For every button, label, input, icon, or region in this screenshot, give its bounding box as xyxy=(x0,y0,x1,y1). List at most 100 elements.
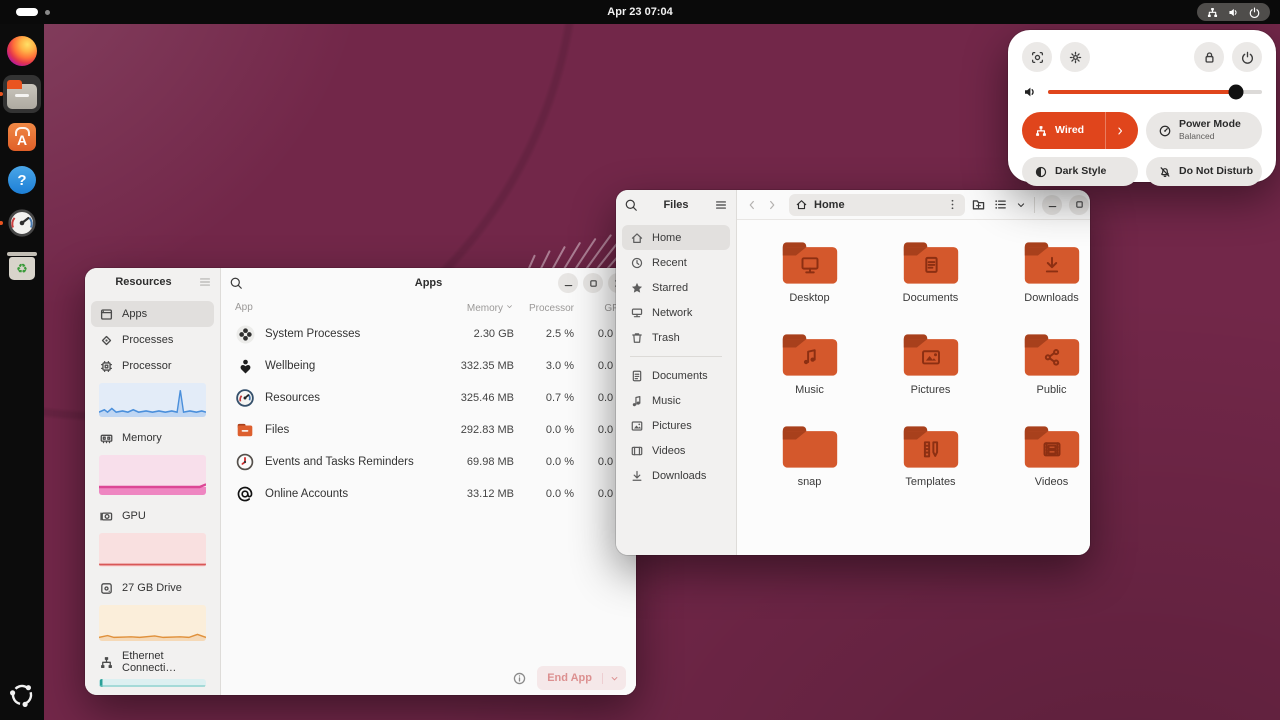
files-sidebar-starred[interactable]: Starred xyxy=(622,275,730,300)
volume-knob[interactable] xyxy=(1229,85,1244,100)
view-list-icon[interactable] xyxy=(993,197,1008,212)
minimize-button[interactable] xyxy=(558,273,578,293)
process-row-resources[interactable]: Resources325.46 MB0.7 %0.0 % xyxy=(221,382,636,414)
process-row-events-and-tasks-reminders[interactable]: Events and Tasks Reminders69.98 MB0.0 %0… xyxy=(221,446,636,478)
process-row-wellbeing[interactable]: Wellbeing332.35 MB3.0 %0.0 % xyxy=(221,350,636,382)
column-processor[interactable]: Processor xyxy=(514,302,574,314)
dock-item-files[interactable] xyxy=(3,75,41,113)
dock-item-firefox[interactable] xyxy=(3,32,41,70)
info-icon[interactable] xyxy=(512,671,527,686)
process-processor: 0.0 % xyxy=(514,456,574,468)
sidebar-item-label: Ethernet Connecti… xyxy=(122,650,206,674)
resources-sidebar-27-gb-drive[interactable]: 27 GB Drive xyxy=(91,575,214,601)
files-sidebar-documents[interactable]: Documents xyxy=(622,363,730,388)
lock-icon xyxy=(1202,50,1217,65)
chevron-right-icon[interactable] xyxy=(1105,112,1134,149)
resources-sidebar-gpu[interactable]: GPU xyxy=(91,503,214,529)
wellbeing-icon xyxy=(235,356,255,376)
kebab-menu-icon xyxy=(946,198,959,211)
folder-music[interactable]: Music xyxy=(749,330,870,422)
resources-sidebar-ethernet-connecti[interactable]: Ethernet Connecti… xyxy=(91,649,214,675)
speaker-icon[interactable] xyxy=(1022,84,1038,100)
back-icon[interactable] xyxy=(745,198,759,212)
tile-dark-style[interactable]: Dark Style xyxy=(1022,157,1138,186)
cpu-usage-chart xyxy=(99,383,206,417)
process-row-online-accounts[interactable]: Online Accounts33.12 MB0.0 %0.0 % xyxy=(221,478,636,510)
folder-label: snap xyxy=(798,476,822,488)
running-indicator xyxy=(0,92,3,96)
maximize-icon xyxy=(587,277,600,290)
sidebar-item-label: 27 GB Drive xyxy=(122,582,182,594)
tile-power-mode[interactable]: Power ModeBalanced xyxy=(1146,112,1262,149)
dock-item-help[interactable]: ? xyxy=(3,161,41,199)
dock-item-trash[interactable]: ♻ xyxy=(3,247,41,285)
sidebar-item-label: Documents xyxy=(652,370,708,382)
resources-sidebar-memory[interactable]: Memory xyxy=(91,425,214,451)
chevron-right-icon xyxy=(1114,125,1126,137)
volume-slider[interactable] xyxy=(1048,90,1262,94)
sidebar-item-label: Trash xyxy=(652,332,680,344)
files-grid: DesktopDocumentsDownloads Music Pictures Pu… xyxy=(737,220,1090,555)
power-icon xyxy=(1248,6,1261,19)
home-icon xyxy=(795,198,808,211)
alarm-clock-icon xyxy=(235,452,255,472)
system-tray[interactable] xyxy=(1197,3,1270,21)
folder-videos[interactable]: Videos xyxy=(991,422,1090,514)
bell-crossed-icon xyxy=(1158,165,1172,179)
location-breadcrumb[interactable]: Home xyxy=(789,194,965,216)
menu-icon[interactable] xyxy=(714,198,728,212)
folder-history-icon[interactable] xyxy=(971,197,986,212)
lock-button[interactable] xyxy=(1194,42,1224,72)
process-row-system-processes[interactable]: System Processes2.30 GB2.5 %0.0 % xyxy=(221,318,636,350)
files-sidebar-downloads[interactable]: Downloads xyxy=(622,463,730,488)
menu-icon[interactable] xyxy=(198,275,212,289)
folder-downloads[interactable]: Downloads xyxy=(991,238,1090,330)
kebab-menu-icon[interactable] xyxy=(946,198,959,211)
folder-desktop[interactable]: Desktop xyxy=(749,238,870,330)
folder-pictures[interactable]: Pictures xyxy=(870,330,991,422)
resources-sidebar-processor[interactable]: Processor xyxy=(91,353,214,379)
column-app[interactable]: App xyxy=(235,302,422,314)
folder-glyph xyxy=(780,330,840,380)
view-options-chevron-icon[interactable] xyxy=(1015,199,1027,211)
process-row-files[interactable]: Files292.83 MB0.0 %0.0 % xyxy=(221,414,636,446)
files-sidebar-videos[interactable]: Videos xyxy=(622,438,730,463)
tile-label: Power Mode xyxy=(1179,118,1241,130)
folder-label: Pictures xyxy=(911,384,951,396)
files-sidebar-recent[interactable]: Recent xyxy=(622,250,730,275)
power-button[interactable] xyxy=(1232,42,1262,72)
show-apps-button[interactable] xyxy=(3,676,41,714)
files-sidebar-network[interactable]: Network xyxy=(622,300,730,325)
column-memory[interactable]: Memory xyxy=(422,302,514,314)
resources-sidebar-processes[interactable]: Processes xyxy=(91,327,214,353)
dock-item-system-monitor[interactable] xyxy=(3,204,41,242)
process-name: Resources xyxy=(265,392,320,404)
process-table-header: App Memory Processor GPU xyxy=(221,298,636,318)
tile-sublabel: Balanced xyxy=(1179,131,1214,141)
maximize-button[interactable] xyxy=(583,273,603,293)
files-sidebar: Files HomeRecentStarredNetworkTrashDocum… xyxy=(616,190,737,555)
screenshot-button[interactable] xyxy=(1022,42,1052,72)
menu-icon xyxy=(714,198,728,212)
tile-do-not-disturb[interactable]: Do Not Disturb xyxy=(1146,157,1262,186)
folder-documents[interactable]: Documents xyxy=(870,238,991,330)
folder-templates[interactable]: Templates xyxy=(870,422,991,514)
files-sidebar-trash[interactable]: Trash xyxy=(622,325,730,350)
dock-item-app-center[interactable]: A xyxy=(3,118,41,156)
clock[interactable]: Apr 23 07:04 xyxy=(0,6,1280,18)
files-sidebar-pictures[interactable]: Pictures xyxy=(622,413,730,438)
end-app-button[interactable]: End App xyxy=(537,666,626,690)
net-tree-icon xyxy=(1206,6,1219,19)
folder-public[interactable]: Public xyxy=(991,330,1090,422)
files-sidebar-music[interactable]: Music xyxy=(622,388,730,413)
search-icon[interactable] xyxy=(624,198,638,212)
settings-button[interactable] xyxy=(1060,42,1090,72)
process-name: Wellbeing xyxy=(265,360,315,372)
tile-wired[interactable]: Wired xyxy=(1022,112,1138,149)
resources-sidebar-apps[interactable]: Apps xyxy=(91,301,214,327)
forward-icon[interactable] xyxy=(765,198,779,212)
folder-snap[interactable]: snap xyxy=(749,422,870,514)
tile-label: Do Not Disturb xyxy=(1179,165,1253,177)
files-sidebar-home[interactable]: Home xyxy=(622,225,730,250)
chevron-down-icon[interactable] xyxy=(602,673,626,684)
